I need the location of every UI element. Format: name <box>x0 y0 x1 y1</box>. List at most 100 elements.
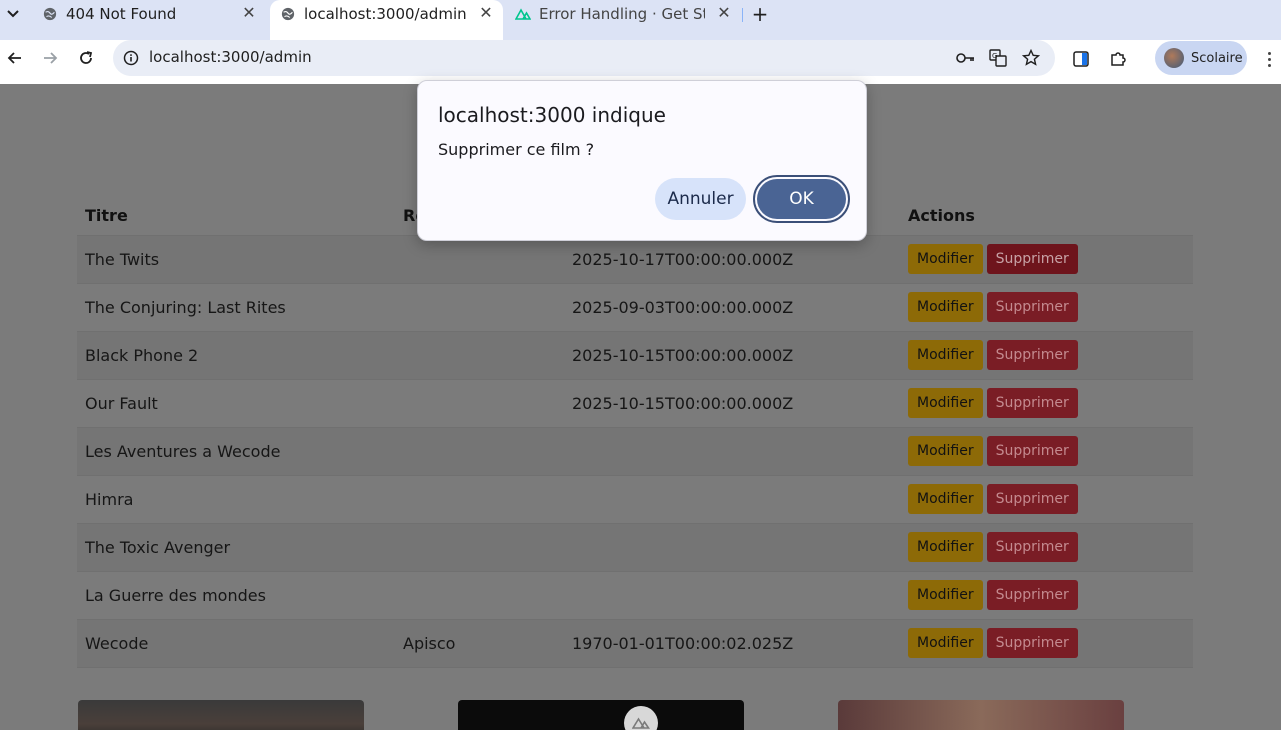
profile-button[interactable]: Scolaire <box>1155 41 1247 75</box>
modify-button[interactable]: Modifier <box>908 436 983 466</box>
table-row: Our Fault 2025-10-15T00:00:00.000Z Modif… <box>77 378 1193 427</box>
cell-actions: Modifier Supprimer <box>900 570 1193 619</box>
delete-button[interactable]: Supprimer <box>986 628 1078 658</box>
tab-search-chevron-icon[interactable] <box>2 4 24 24</box>
table-row: La Guerre des mondes Modifier Supprimer <box>77 570 1193 619</box>
table-row: Wecode Apisco 1970-01-01T00:00:02.025Z M… <box>77 618 1193 668</box>
new-tab-button[interactable]: + <box>750 3 770 25</box>
tab-admin[interactable]: localhost:3000/admin ✕ <box>270 0 503 40</box>
cell-date: 2025-10-15T00:00:00.000Z <box>564 378 900 427</box>
cell-date <box>564 426 900 475</box>
tab-title: Error Handling · Get Sta <box>539 5 705 23</box>
table-row: The Twits 2025-10-17T00:00:00.000Z Modif… <box>77 234 1193 283</box>
delete-button[interactable]: Supprimer <box>986 484 1078 514</box>
tab-error-handling[interactable]: Error Handling · Get Sta ✕ <box>505 0 741 40</box>
modify-button[interactable]: Modifier <box>908 244 983 274</box>
cell-actions: Modifier Supprimer <box>900 522 1193 571</box>
address-bar[interactable]: localhost:3000/admin G <box>113 40 1055 76</box>
cell-actions: Modifier Supprimer <box>900 282 1193 331</box>
tab-separator <box>742 8 743 22</box>
globe-icon <box>42 6 58 22</box>
cell-actions: Modifier Supprimer <box>900 474 1193 523</box>
avatar <box>1164 48 1184 68</box>
cell-date: 2025-10-15T00:00:00.000Z <box>564 330 900 379</box>
film-card-poster[interactable] <box>838 700 1124 730</box>
cell-titre: Black Phone 2 <box>77 330 395 379</box>
modify-button[interactable]: Modifier <box>908 580 983 610</box>
nuxt-logo-icon <box>624 706 658 730</box>
back-arrow-icon[interactable] <box>1 44 29 72</box>
cell-titre: The Toxic Avenger <box>77 522 395 571</box>
ok-button-label: OK <box>757 179 846 219</box>
cell-date: 2025-09-03T00:00:00.000Z <box>564 282 900 331</box>
modify-button[interactable]: Modifier <box>908 388 983 418</box>
close-tab-icon[interactable]: ✕ <box>477 4 495 22</box>
delete-button[interactable]: Supprimer <box>986 436 1078 466</box>
cell-titre: Les Aventures a Wecode <box>77 426 395 475</box>
cell-date <box>564 522 900 571</box>
modify-button[interactable]: Modifier <box>908 532 983 562</box>
header-titre: Titre <box>85 206 128 226</box>
delete-button[interactable]: Supprimer <box>986 292 1078 322</box>
globe-icon <box>280 6 296 22</box>
cell-titre: La Guerre des mondes <box>77 570 395 619</box>
cell-titre: The Conjuring: Last Rites <box>77 282 395 331</box>
delete-button[interactable]: Supprimer <box>986 580 1078 610</box>
more-menu-icon[interactable] <box>1262 48 1276 70</box>
table-row: Himra Modifier Supprimer <box>77 474 1193 523</box>
header-actions: Actions <box>908 206 975 226</box>
cell-realisateur <box>395 522 564 571</box>
table-row: The Conjuring: Last Rites 2025-09-03T00:… <box>77 282 1193 331</box>
cell-titre: Wecode <box>77 618 395 668</box>
cell-realisateur <box>395 378 564 427</box>
delete-button[interactable]: Supprimer <box>986 340 1078 370</box>
film-card-poster[interactable] <box>458 700 744 730</box>
cell-date <box>564 474 900 523</box>
tab-title: 404 Not Found <box>66 5 177 23</box>
cancel-button[interactable]: Annuler <box>655 178 746 220</box>
extensions-puzzle-icon[interactable] <box>1107 48 1129 70</box>
cell-date: 2025-10-17T00:00:00.000Z <box>564 234 900 283</box>
cell-date: 1970-01-01T00:00:02.025Z <box>564 618 900 668</box>
table-row: The Toxic Avenger Modifier Supprimer <box>77 522 1193 571</box>
cell-date <box>564 570 900 619</box>
cell-realisateur <box>395 426 564 475</box>
nuxt-icon <box>515 6 531 22</box>
bookmark-star-icon[interactable] <box>1021 48 1041 68</box>
cell-realisateur: Apisco <box>395 618 564 668</box>
modify-button[interactable]: Modifier <box>908 484 983 514</box>
cell-actions: Modifier Supprimer <box>900 426 1193 475</box>
delete-button[interactable]: Supprimer <box>986 388 1078 418</box>
cell-actions: Modifier Supprimer <box>900 234 1193 283</box>
delete-button[interactable]: Supprimer <box>986 244 1078 274</box>
table-row: Black Phone 2 2025-10-15T00:00:00.000Z M… <box>77 330 1193 379</box>
modify-button[interactable]: Modifier <box>908 340 983 370</box>
cell-realisateur <box>395 330 564 379</box>
tab-404[interactable]: 404 Not Found ✕ <box>32 0 268 40</box>
delete-button[interactable]: Supprimer <box>986 532 1078 562</box>
url-text: localhost:3000/admin <box>149 48 312 66</box>
translate-icon[interactable]: G <box>988 48 1008 68</box>
cell-realisateur <box>395 234 564 283</box>
profile-name: Scolaire <box>1191 50 1243 66</box>
svg-text:G: G <box>992 52 997 60</box>
modify-button[interactable]: Modifier <box>908 292 983 322</box>
close-tab-icon[interactable]: ✕ <box>715 4 733 22</box>
film-card-poster[interactable] <box>78 700 364 730</box>
ok-button[interactable]: OK <box>753 175 850 223</box>
dialog-message: Supprimer ce film ? <box>438 140 595 159</box>
cell-actions: Modifier Supprimer <box>900 378 1193 427</box>
side-panel-icon[interactable] <box>1070 48 1092 70</box>
site-info-icon[interactable] <box>121 48 141 68</box>
forward-arrow-icon[interactable] <box>36 44 64 72</box>
password-key-icon[interactable] <box>956 48 976 68</box>
cell-actions: Modifier Supprimer <box>900 618 1193 668</box>
close-tab-icon[interactable]: ✕ <box>240 4 258 22</box>
reload-icon[interactable] <box>72 44 100 72</box>
cell-realisateur <box>395 474 564 523</box>
cell-titre: Our Fault <box>77 378 395 427</box>
modify-button[interactable]: Modifier <box>908 628 983 658</box>
cell-realisateur <box>395 570 564 619</box>
dialog-title: localhost:3000 indique <box>438 103 666 127</box>
cell-titre: Himra <box>77 474 395 523</box>
